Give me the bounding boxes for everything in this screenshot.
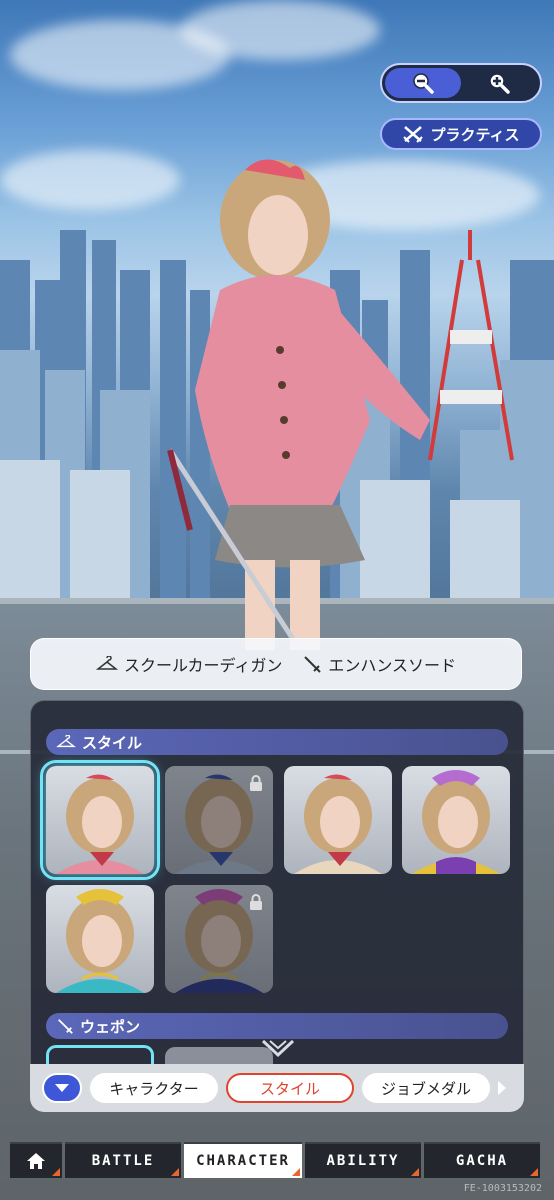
- portrait-image: [294, 774, 382, 874]
- zoom-controls: [380, 63, 542, 103]
- equipped-outfit[interactable]: スクールカーディガン: [95, 652, 283, 676]
- zoom-out-icon: [413, 73, 434, 94]
- sword-icon: [58, 1019, 73, 1034]
- weapon-slot[interactable]: [46, 1045, 154, 1065]
- style-portrait-purple-gold[interactable]: [402, 766, 510, 874]
- weapon-section-header: ウェポン: [46, 1013, 508, 1039]
- home-icon: [27, 1153, 45, 1169]
- nav-corner-marker: [52, 1168, 60, 1176]
- style-section-title: スタイル: [82, 733, 143, 752]
- tab-job-medal[interactable]: ジョブメダル: [362, 1073, 490, 1103]
- collapse-panel-button[interactable]: [42, 1073, 82, 1103]
- sword-icon: [304, 656, 322, 673]
- style-portrait-school[interactable]: [40, 760, 160, 880]
- nav-home[interactable]: [10, 1142, 62, 1178]
- nav-corner-marker: [171, 1168, 179, 1176]
- nav-corner-marker: [411, 1168, 419, 1176]
- tabs-next-icon[interactable]: [498, 1081, 506, 1095]
- nav-character[interactable]: CHARACTER: [184, 1142, 302, 1178]
- cloud: [180, 0, 380, 60]
- equipped-weapon-label: エンハンスソード: [328, 656, 457, 675]
- practice-label: プラクティス: [430, 125, 520, 144]
- scroll-down-icon[interactable]: [261, 1039, 295, 1059]
- equipped-outfit-label: スクールカーディガン: [123, 656, 283, 675]
- style-portrait-beige-uniform[interactable]: [284, 766, 392, 874]
- style-portrait-blue-uniform[interactable]: [165, 766, 273, 874]
- portrait-image: [56, 774, 144, 874]
- nav-corner-marker: [530, 1168, 538, 1176]
- bottom-navigation: BATTLE CHARACTER ABILITY GACHA: [0, 1142, 554, 1182]
- tab-character[interactable]: キャラクター: [90, 1073, 218, 1103]
- portrait-image: [412, 770, 500, 874]
- zoom-out-button[interactable]: [385, 68, 461, 98]
- nav-corner-marker: [292, 1168, 300, 1176]
- style-section-header: スタイル: [46, 729, 508, 755]
- tab-style[interactable]: スタイル: [226, 1073, 354, 1103]
- lock-icon: [250, 775, 262, 791]
- build-id: FE-1003153202: [463, 1183, 542, 1194]
- hanger-icon: [56, 735, 76, 748]
- practice-button[interactable]: プラクティス: [380, 118, 542, 150]
- nav-gacha[interactable]: GACHA: [424, 1142, 540, 1178]
- zoom-in-icon: [489, 73, 510, 94]
- portrait-image: [56, 889, 144, 993]
- equipped-summary: スクールカーディガン エンハンスソード: [30, 638, 522, 690]
- equipped-weapon[interactable]: エンハンスソード: [302, 652, 456, 676]
- nav-ability-label: ABILITY: [326, 1153, 400, 1169]
- nav-battle[interactable]: BATTLE: [65, 1142, 181, 1178]
- hanger-icon: [95, 656, 118, 670]
- customize-panel: スタイル ウェポン: [30, 700, 524, 1112]
- zoom-in-button[interactable]: [461, 68, 537, 98]
- category-tabs: キャラクター スタイル ジョブメダル: [30, 1064, 524, 1112]
- nav-ability[interactable]: ABILITY: [305, 1142, 421, 1178]
- chevron-down-icon: [55, 1084, 69, 1092]
- weapon-section-title: ウェポン: [80, 1017, 141, 1036]
- nav-battle-label: BATTLE: [91, 1153, 155, 1169]
- nav-gacha-label: GACHA: [455, 1153, 509, 1169]
- lock-icon: [250, 894, 262, 910]
- character-model[interactable]: [150, 150, 450, 650]
- style-portrait-navy-pink[interactable]: [165, 885, 273, 993]
- nav-character-label: CHARACTER: [196, 1153, 290, 1169]
- style-portrait-teal-crown[interactable]: [46, 885, 154, 993]
- crossed-swords-icon: [403, 126, 424, 143]
